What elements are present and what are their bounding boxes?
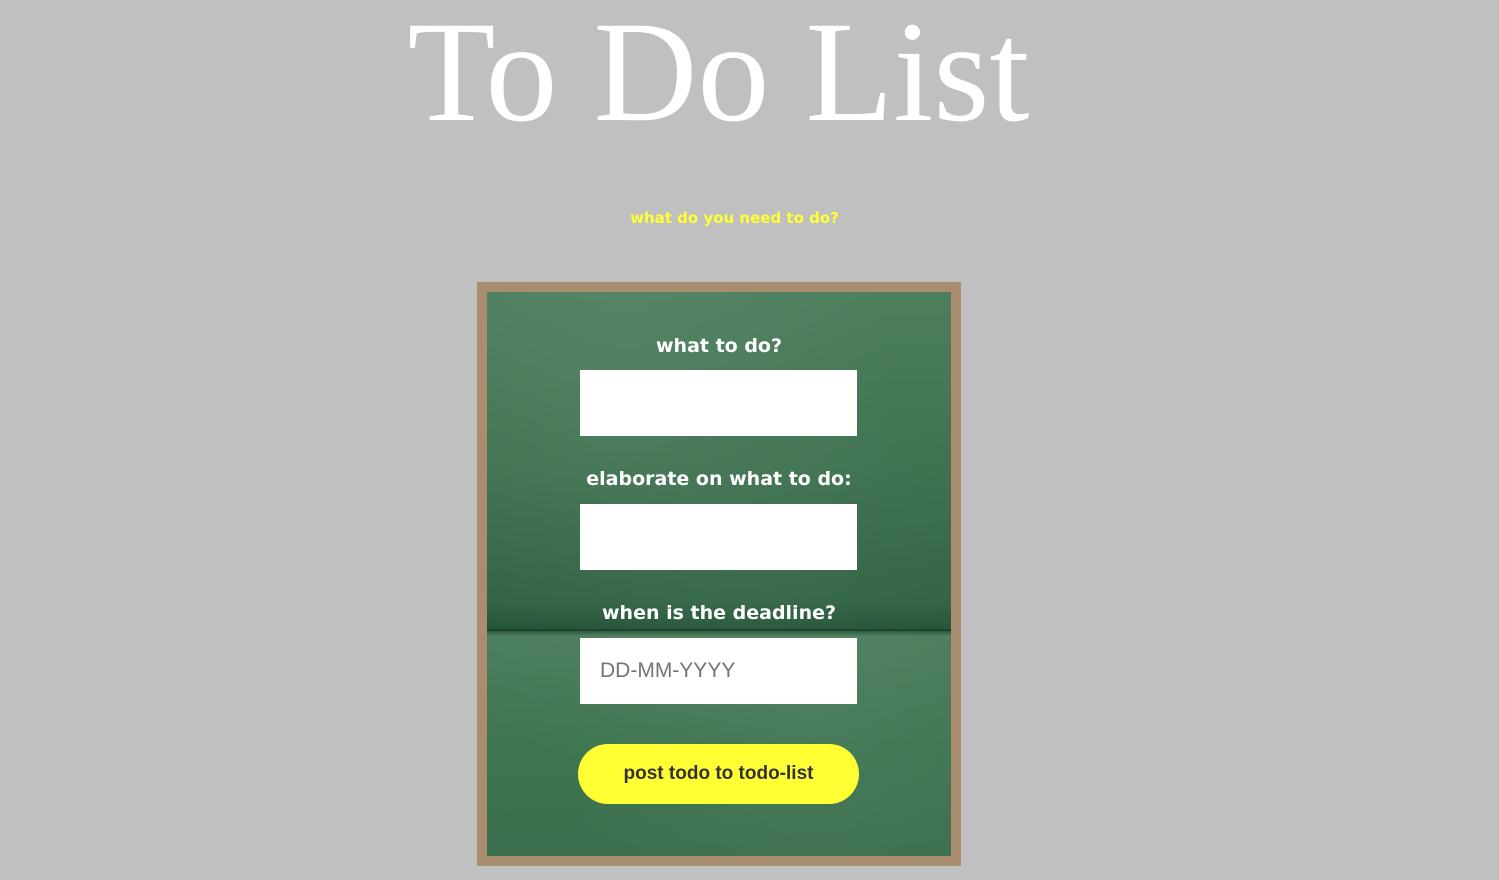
deadline-input[interactable] [580, 638, 857, 704]
chalkboard-fold-divider [487, 629, 951, 631]
elaborate-label: elaborate on what to do: [586, 468, 852, 490]
todo-form: what to do? elaborate on what to do: whe… [487, 292, 951, 856]
page-title: To Do List [407, 0, 1030, 152]
elaborate-input[interactable] [580, 504, 857, 570]
chalkboard-frame: what to do? elaborate on what to do: whe… [477, 282, 961, 866]
what-to-do-label: what to do? [655, 335, 783, 357]
post-todo-button[interactable]: post todo to todo-list [578, 744, 859, 804]
page-subtitle: what do you need to do? [630, 209, 839, 227]
deadline-label: when is the deadline? [601, 602, 837, 624]
what-to-do-input[interactable] [580, 370, 857, 436]
